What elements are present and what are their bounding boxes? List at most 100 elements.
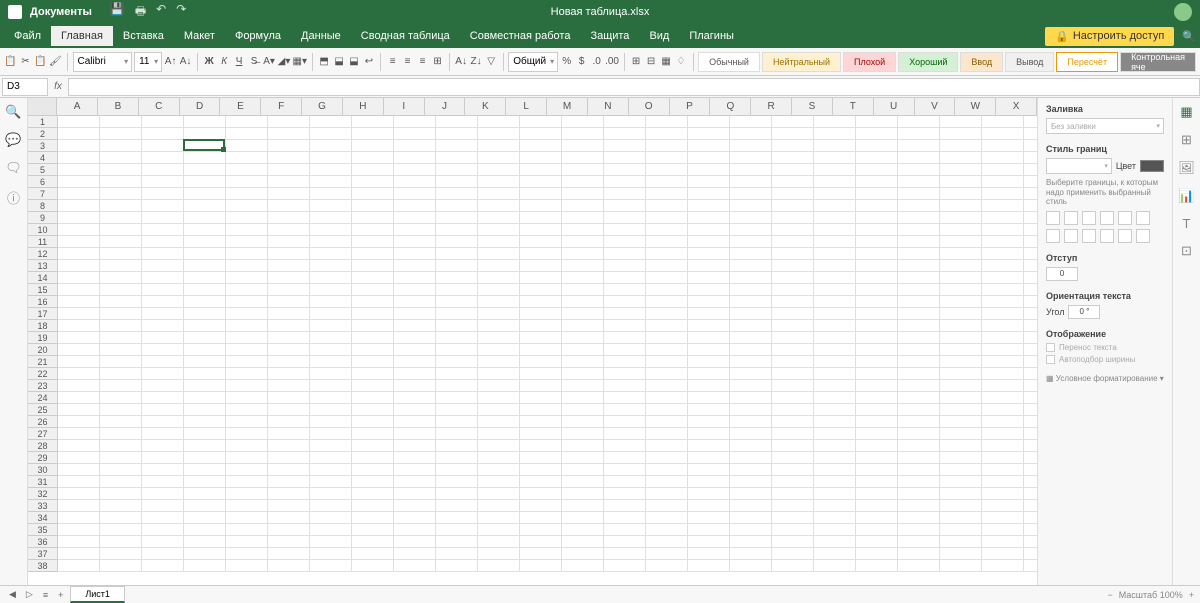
cell[interactable] — [58, 224, 100, 236]
cell[interactable] — [898, 548, 940, 560]
cell[interactable] — [772, 464, 814, 476]
cell[interactable] — [940, 428, 982, 440]
cell[interactable] — [226, 380, 268, 392]
cell[interactable] — [268, 260, 310, 272]
cell[interactable] — [730, 356, 772, 368]
cell[interactable] — [142, 152, 184, 164]
fill-color-icon[interactable]: ◢▾ — [278, 52, 291, 72]
cell[interactable] — [436, 548, 478, 560]
cell[interactable] — [688, 392, 730, 404]
cell[interactable] — [688, 356, 730, 368]
cell[interactable] — [310, 272, 352, 284]
cell[interactable] — [520, 200, 562, 212]
style-neutral[interactable]: Нейтральный — [762, 52, 841, 72]
col-header[interactable]: K — [465, 98, 506, 115]
cell[interactable] — [898, 332, 940, 344]
cell[interactable] — [352, 464, 394, 476]
col-header[interactable]: U — [874, 98, 915, 115]
cell[interactable] — [268, 152, 310, 164]
cell[interactable] — [184, 392, 226, 404]
cell[interactable] — [310, 116, 352, 128]
cell[interactable] — [604, 476, 646, 488]
cell[interactable] — [184, 500, 226, 512]
cell[interactable] — [478, 440, 520, 452]
cell[interactable] — [478, 212, 520, 224]
cell[interactable] — [352, 356, 394, 368]
cell[interactable] — [268, 404, 310, 416]
cell[interactable] — [646, 188, 688, 200]
cell[interactable] — [268, 236, 310, 248]
cell[interactable] — [268, 128, 310, 140]
delete-cells-icon[interactable]: ⊟ — [645, 52, 658, 72]
col-header[interactable]: B — [98, 98, 139, 115]
cell[interactable] — [604, 500, 646, 512]
cell[interactable] — [478, 332, 520, 344]
row-header[interactable]: 25 — [28, 404, 58, 416]
cell[interactable] — [142, 284, 184, 296]
cell[interactable] — [436, 308, 478, 320]
cell[interactable] — [1024, 416, 1037, 428]
formula-input[interactable] — [68, 78, 1200, 96]
cell[interactable] — [940, 332, 982, 344]
cell[interactable] — [478, 176, 520, 188]
cell[interactable] — [730, 140, 772, 152]
cell[interactable] — [688, 380, 730, 392]
cell[interactable] — [58, 320, 100, 332]
cell[interactable] — [604, 308, 646, 320]
percent-icon[interactable]: % — [560, 52, 573, 72]
cell[interactable] — [982, 116, 1024, 128]
cell[interactable] — [352, 536, 394, 548]
cell[interactable] — [436, 128, 478, 140]
cell[interactable] — [646, 440, 688, 452]
cell[interactable] — [898, 536, 940, 548]
cell[interactable] — [688, 548, 730, 560]
cell[interactable] — [562, 344, 604, 356]
cell[interactable] — [478, 296, 520, 308]
cell[interactable] — [310, 380, 352, 392]
cell[interactable] — [478, 128, 520, 140]
align-center-icon[interactable]: ≡ — [401, 52, 414, 72]
cell[interactable] — [688, 524, 730, 536]
cell[interactable] — [478, 308, 520, 320]
zoom-out-icon[interactable]: − — [1107, 590, 1112, 600]
cell[interactable] — [688, 560, 730, 572]
font-color-icon[interactable]: A▾ — [263, 52, 276, 72]
cell[interactable] — [730, 176, 772, 188]
cell[interactable] — [772, 320, 814, 332]
cell[interactable] — [142, 164, 184, 176]
row-header[interactable]: 37 — [28, 548, 58, 560]
cell[interactable] — [562, 464, 604, 476]
cell[interactable] — [226, 200, 268, 212]
cell[interactable] — [1024, 272, 1037, 284]
cell[interactable] — [604, 224, 646, 236]
cell[interactable] — [268, 164, 310, 176]
cell[interactable] — [310, 416, 352, 428]
cell[interactable] — [268, 344, 310, 356]
cell[interactable] — [142, 452, 184, 464]
cell[interactable] — [184, 116, 226, 128]
cell[interactable] — [940, 152, 982, 164]
cell[interactable] — [142, 272, 184, 284]
cell[interactable] — [814, 332, 856, 344]
paste-icon[interactable]: 📋 — [34, 52, 47, 72]
cell[interactable] — [310, 308, 352, 320]
cell[interactable] — [898, 308, 940, 320]
cell[interactable] — [814, 428, 856, 440]
cell[interactable] — [100, 512, 142, 524]
cell[interactable] — [604, 248, 646, 260]
cell[interactable] — [1024, 296, 1037, 308]
cell[interactable] — [352, 452, 394, 464]
cell[interactable] — [226, 116, 268, 128]
cell[interactable] — [940, 380, 982, 392]
cell[interactable] — [58, 296, 100, 308]
cell[interactable] — [352, 416, 394, 428]
cell[interactable] — [814, 116, 856, 128]
cell[interactable] — [772, 224, 814, 236]
cell[interactable] — [772, 332, 814, 344]
cell[interactable] — [772, 536, 814, 548]
cell[interactable] — [940, 260, 982, 272]
cell[interactable] — [268, 248, 310, 260]
cell[interactable] — [940, 560, 982, 572]
cell[interactable] — [100, 536, 142, 548]
borders-icon[interactable]: ▦▾ — [293, 52, 307, 72]
